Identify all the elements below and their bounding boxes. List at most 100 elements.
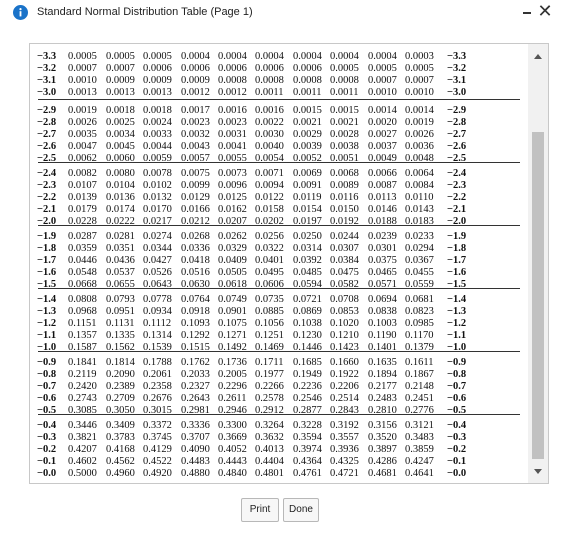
table-row: −0.5 0.3085 0.3050 0.3015 0.2981 0.2946 0.2912… <box>30 404 527 417</box>
table-cell: 0.4641 <box>405 468 434 479</box>
table-cell: 0.0188 <box>368 216 397 227</box>
row-group-divider <box>38 225 520 226</box>
z-label-right: −2.0 <box>447 216 467 227</box>
table-cell: 0.0051 <box>330 153 359 164</box>
table-cell: 0.0048 <box>405 153 434 164</box>
table-cell: 0.0052 <box>293 153 322 164</box>
minimize-button[interactable] <box>520 3 534 21</box>
table-cell: 0.0606 <box>255 279 284 290</box>
table-cell: 0.0228 <box>68 216 97 227</box>
title-bar: Standard Normal Distribution Table (Page… <box>0 0 564 26</box>
table-cell: 0.0202 <box>255 216 284 227</box>
table-cell: 0.0055 <box>218 153 247 164</box>
table-cell: 0.0059 <box>143 153 172 164</box>
row-group-divider <box>38 414 520 415</box>
z-label-left: −1.0 <box>37 342 57 353</box>
row-group-divider <box>38 99 520 100</box>
info-icon <box>13 5 28 20</box>
table-cell: 0.0013 <box>143 87 172 98</box>
row-group-divider <box>38 288 520 289</box>
table-cell: 0.1492 <box>218 342 247 353</box>
table-cell: 0.1401 <box>368 342 397 353</box>
table-cell: 0.0217 <box>143 216 172 227</box>
table-cell: 0.1469 <box>255 342 284 353</box>
table-cell: 0.0192 <box>330 216 359 227</box>
table-cell: 0.0010 <box>405 87 434 98</box>
scrollbar-thumb[interactable] <box>532 132 544 459</box>
table-cell: 0.2981 <box>181 405 210 416</box>
table-cell: 0.1587 <box>68 342 97 353</box>
scroll-down-arrow-icon[interactable] <box>534 469 542 474</box>
close-button[interactable]: ✕ <box>536 2 554 22</box>
table-cell: 0.0668 <box>68 279 97 290</box>
table-cell: 0.0060 <box>106 153 135 164</box>
table-row: −3.0 0.0013 0.0013 0.0013 0.0012 0.0012 0.0011… <box>30 86 527 99</box>
scroll-up-arrow-icon[interactable] <box>534 54 542 59</box>
table-cell: 0.2810 <box>368 405 397 416</box>
table-cell: 0.0062 <box>68 153 97 164</box>
table-cell: 0.1379 <box>405 342 434 353</box>
table-cell: 0.4801 <box>255 468 284 479</box>
table-cell: 0.0630 <box>181 279 210 290</box>
table-cell: 0.0012 <box>218 87 247 98</box>
z-label-right: −1.0 <box>447 342 467 353</box>
table-row: −1.0 0.1587 0.1562 0.1539 0.1515 0.1492 0.1469… <box>30 341 527 354</box>
z-label-right: −0.5 <box>447 405 467 416</box>
table-cell: 0.5000 <box>68 468 97 479</box>
table-row: −1.5 0.0668 0.0655 0.0643 0.0630 0.0618 0.0606… <box>30 278 527 291</box>
z-label-right: −1.5 <box>447 279 467 290</box>
table-scroll-area[interactable]: −3.3 0.0005 0.0005 0.0005 0.0004 0.0004 0.0004… <box>30 44 527 483</box>
table-cell: 0.0582 <box>330 279 359 290</box>
table-cell: 0.0049 <box>368 153 397 164</box>
table-cell: 0.1446 <box>293 342 322 353</box>
vertical-scrollbar[interactable] <box>528 44 548 483</box>
table-cell: 0.0594 <box>293 279 322 290</box>
print-button[interactable]: Print <box>241 498 279 522</box>
table-cell: 0.0571 <box>368 279 397 290</box>
table-cell: 0.3085 <box>68 405 97 416</box>
z-label-left: −2.0 <box>37 216 57 227</box>
table-cell: 0.0212 <box>181 216 210 227</box>
table-cell: 0.0010 <box>368 87 397 98</box>
z-label-left: −0.5 <box>37 405 57 416</box>
table-cell: 0.0011 <box>330 87 359 98</box>
table-cell: 0.4681 <box>368 468 397 479</box>
table-cell: 0.4880 <box>181 468 210 479</box>
table-cell: 0.0011 <box>255 87 284 98</box>
table-cell: 0.1562 <box>106 342 135 353</box>
table-cell: 0.0559 <box>405 279 434 290</box>
table-cell: 0.0655 <box>106 279 135 290</box>
table-cell: 0.0057 <box>181 153 210 164</box>
table-cell: 0.1515 <box>181 342 210 353</box>
table-cell: 0.2946 <box>218 405 247 416</box>
row-group-divider <box>38 351 520 352</box>
table-cell: 0.4840 <box>218 468 247 479</box>
z-label-right: −2.5 <box>447 153 467 164</box>
table-cell: 0.0207 <box>218 216 247 227</box>
done-button[interactable]: Done <box>283 498 319 522</box>
table-cell: 0.2877 <box>293 405 322 416</box>
table-cell: 0.3015 <box>143 405 172 416</box>
table-cell: 0.0197 <box>293 216 322 227</box>
table-frame: −3.3 0.0005 0.0005 0.0005 0.0004 0.0004 0.0004… <box>29 43 549 484</box>
table-row: −2.5 0.0062 0.0060 0.0059 0.0057 0.0055 0.0054… <box>30 152 527 165</box>
window-title: Standard Normal Distribution Table (Page… <box>37 6 253 18</box>
table-row: −0.0 0.5000 0.4960 0.4920 0.4880 0.4840 0.4801… <box>30 467 527 480</box>
table-cell: 0.0643 <box>143 279 172 290</box>
z-label-left: −1.5 <box>37 279 57 290</box>
table-cell: 0.0222 <box>106 216 135 227</box>
z-label-left: −3.0 <box>37 87 57 98</box>
table-cell: 0.0054 <box>255 153 284 164</box>
table-cell: 0.1423 <box>330 342 359 353</box>
table-cell: 0.0013 <box>106 87 135 98</box>
table-cell: 0.4721 <box>330 468 359 479</box>
row-group-divider <box>38 162 520 163</box>
z-label-right: −0.0 <box>447 468 467 479</box>
z-label-right: −3.0 <box>447 87 467 98</box>
table-cell: 0.0183 <box>405 216 434 227</box>
z-label-left: −0.0 <box>37 468 57 479</box>
table-row: −2.0 0.0228 0.0222 0.0217 0.0212 0.0207 0.0202… <box>30 215 527 228</box>
table-cell: 0.2912 <box>255 405 284 416</box>
table-cell: 0.0013 <box>68 87 97 98</box>
table-cell: 0.0618 <box>218 279 247 290</box>
